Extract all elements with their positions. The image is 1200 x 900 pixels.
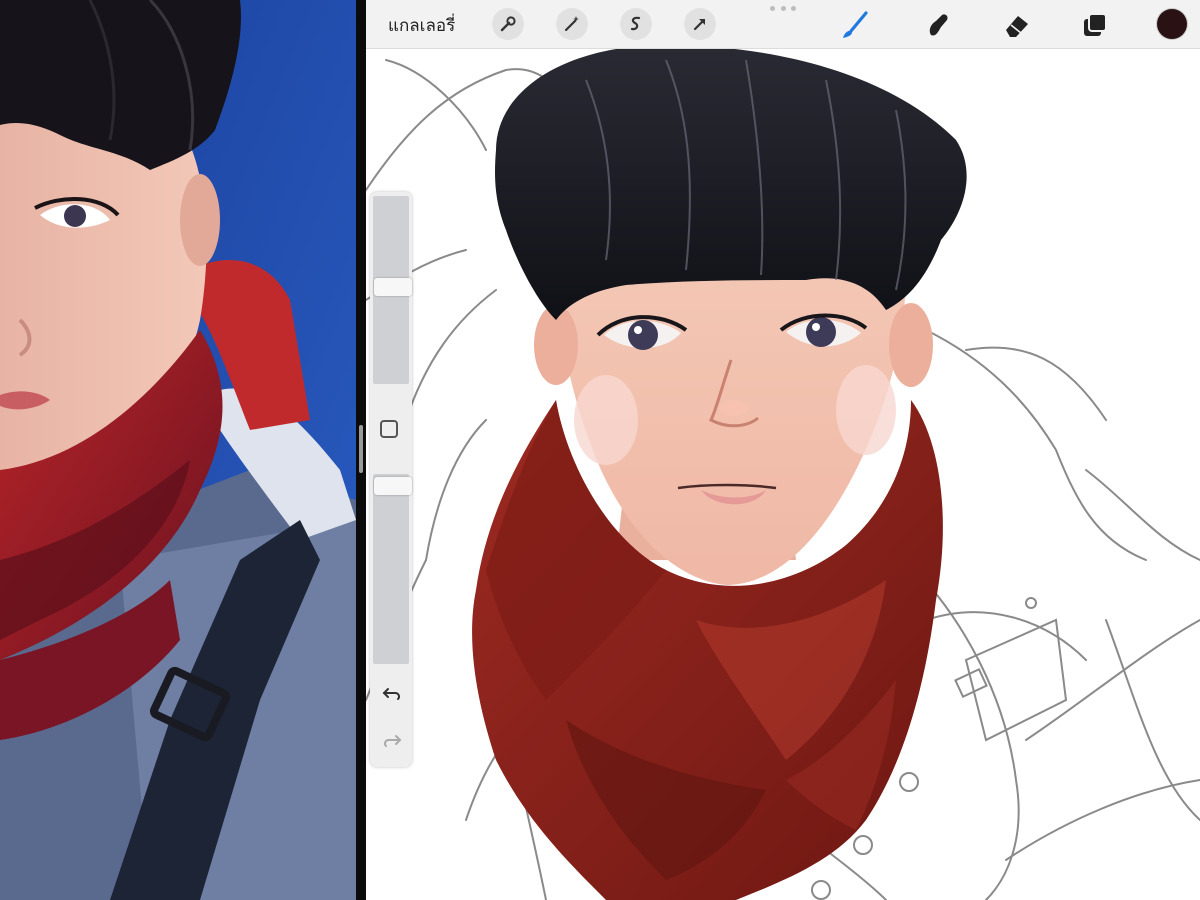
wrench-icon bbox=[500, 16, 516, 32]
brush-opacity-handle[interactable] bbox=[374, 477, 412, 495]
brush-sidebar bbox=[370, 192, 412, 767]
modify-button[interactable] bbox=[380, 420, 398, 438]
top-toolbar: แกลเลอรี่ bbox=[366, 0, 1200, 49]
reference-photo-panel bbox=[0, 0, 356, 900]
brush-icon bbox=[843, 11, 868, 38]
transform-button[interactable] bbox=[684, 8, 716, 40]
drawing-canvas-area[interactable]: แกลเลอรี่ bbox=[366, 0, 1200, 900]
brush-size-slider[interactable] bbox=[373, 196, 412, 384]
actions-button[interactable] bbox=[492, 8, 524, 40]
smudge-button[interactable] bbox=[920, 8, 954, 42]
brush-opacity-slider[interactable] bbox=[373, 474, 412, 664]
arrow-cursor-icon bbox=[693, 18, 706, 31]
artwork-canvas[interactable] bbox=[366, 0, 1200, 900]
more-options-dots[interactable] bbox=[770, 6, 796, 12]
magic-wand-icon bbox=[564, 16, 579, 32]
layers-button[interactable] bbox=[1078, 8, 1112, 42]
divider-grip[interactable] bbox=[359, 425, 363, 473]
selection-button[interactable] bbox=[620, 8, 652, 40]
redo-button[interactable] bbox=[381, 729, 403, 751]
undo-icon bbox=[382, 688, 400, 700]
adjustments-button[interactable] bbox=[556, 8, 588, 40]
layers-icon bbox=[1084, 13, 1107, 36]
brush-size-handle[interactable] bbox=[374, 278, 412, 296]
redo-icon bbox=[384, 735, 402, 747]
undo-button[interactable] bbox=[381, 682, 403, 704]
selection-icon bbox=[630, 16, 641, 31]
gallery-button[interactable]: แกลเลอรี่ bbox=[388, 12, 455, 39]
paint-brush-button[interactable] bbox=[838, 8, 872, 42]
eraser-icon bbox=[1006, 16, 1028, 37]
reference-photo bbox=[0, 0, 356, 900]
smudge-icon bbox=[929, 14, 948, 36]
color-picker-swatch[interactable] bbox=[1157, 9, 1187, 39]
split-view-divider[interactable] bbox=[356, 0, 366, 900]
eraser-button[interactable] bbox=[1000, 8, 1034, 42]
